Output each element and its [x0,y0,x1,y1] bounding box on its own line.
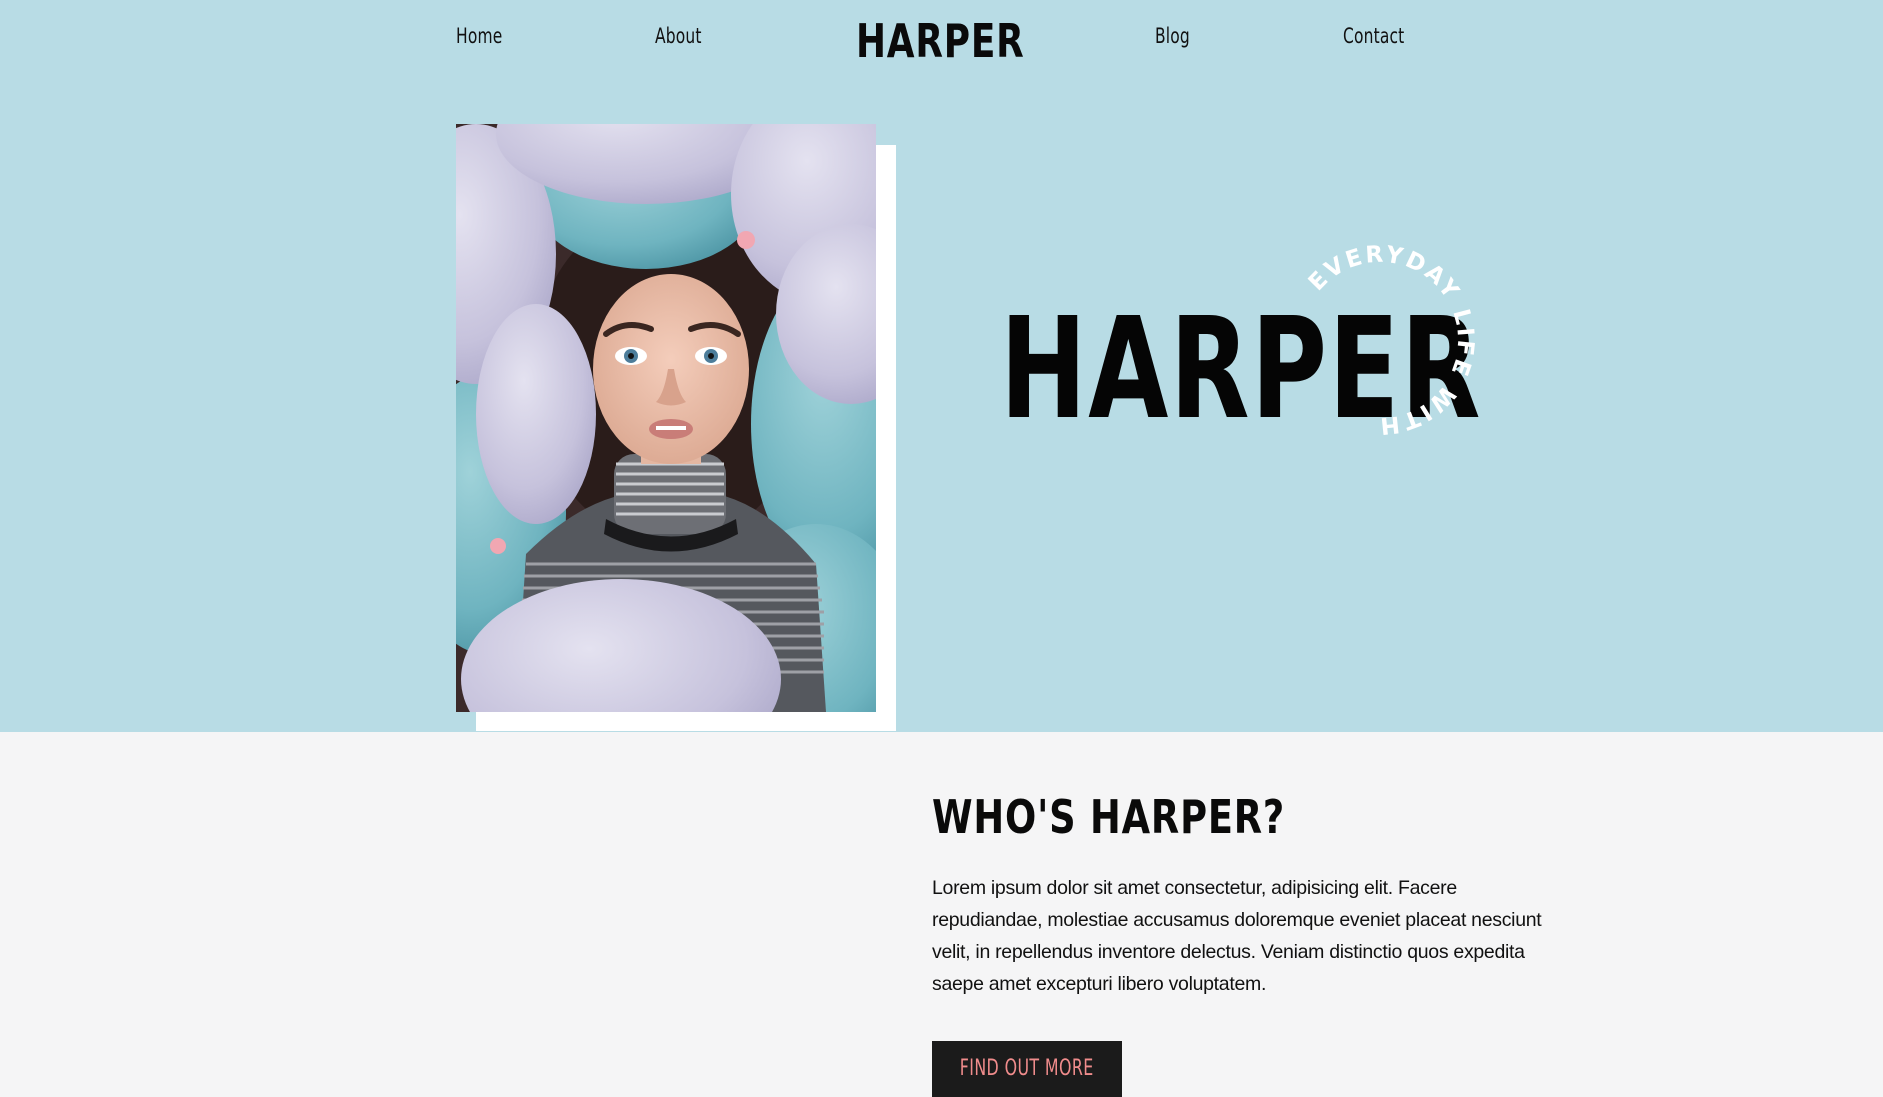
nav-about-link[interactable]: About [655,24,702,48]
svg-text:EVERYDAY LIFE WITH: EVERYDAY LIFE WITH [1304,242,1479,439]
find-out-more-button[interactable]: FIND OUT MORE [932,1041,1122,1097]
find-out-more-label: FIND OUT MORE [960,1056,1094,1081]
hero-section [0,0,1883,732]
hero-arc-tagline: EVERYDAY LIFE WITH [1304,242,1479,439]
nav-home-link[interactable]: Home [456,24,502,48]
about-body: Lorem ipsum dolor sit amet consectetur, … [932,877,1542,995]
hero-photo-illustration [456,124,876,712]
hero-arc-text: EVERYDAY LIFE WITH [1304,242,1476,439]
site-logo[interactable]: HARPER [856,14,1025,68]
nav-blog-link[interactable]: Blog [1155,24,1190,48]
hero-photo [456,124,876,712]
nav-contact-link[interactable]: Contact [1343,24,1404,48]
about-heading: WHO'S HARPER? [932,790,1286,844]
